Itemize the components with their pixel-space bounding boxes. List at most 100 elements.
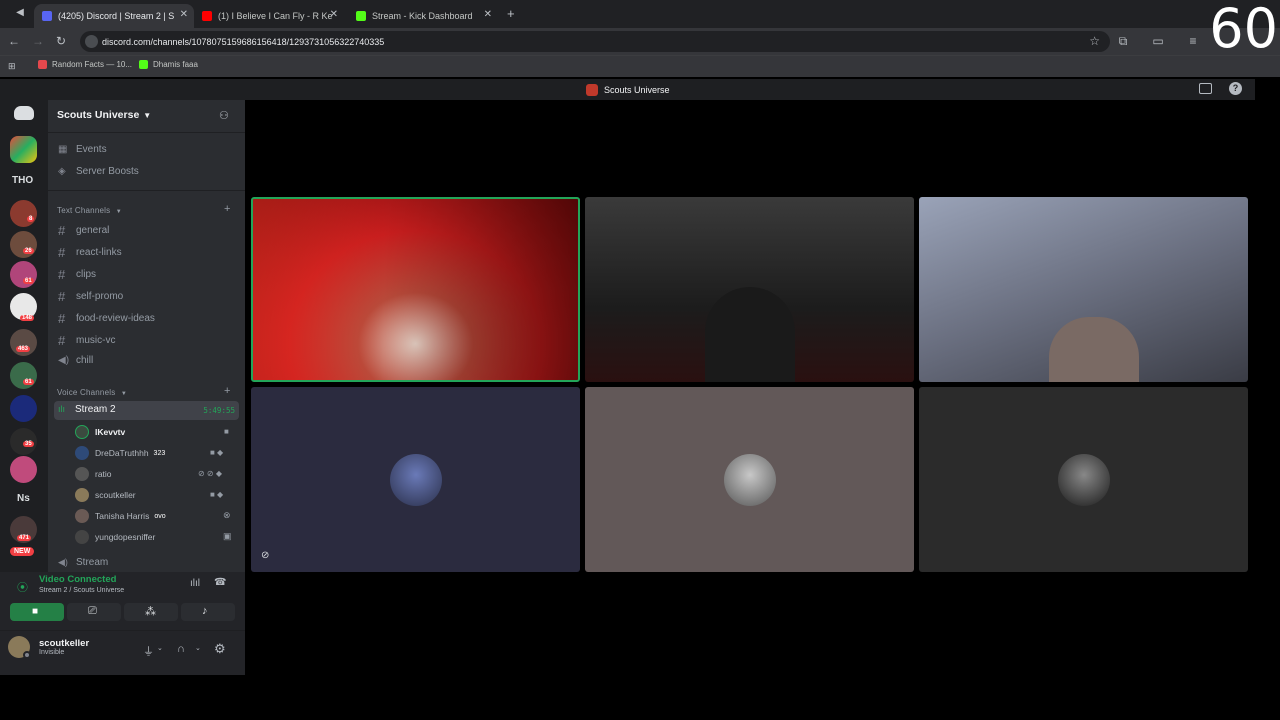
guild-icon[interactable] — [10, 456, 37, 483]
noise-suppression-icon[interactable]: ılıl — [190, 578, 200, 589]
new-tab-button[interactable]: + — [507, 6, 515, 21]
server-boosts-item[interactable]: ◈ Server Boosts — [58, 166, 139, 177]
channel-chill[interactable]: ◀) chill — [58, 355, 93, 366]
create-channel-icon[interactable]: + — [224, 385, 230, 397]
activities-button[interactable]: ⁂ — [124, 603, 178, 621]
voice-channel-stream-2[interactable]: ılı Stream 2 5:49:55 — [54, 401, 239, 420]
mention-badge: 61 — [23, 379, 34, 385]
channel-clips[interactable]: # clips — [58, 267, 96, 282]
voice-timer: 5:49:55 — [203, 406, 235, 415]
reload-icon[interactable]: ↻ — [53, 34, 69, 48]
avatar — [723, 453, 776, 506]
bookmark-random-facts[interactable]: Random Facts — 10... — [38, 60, 132, 69]
guild-label[interactable]: THO — [12, 175, 33, 186]
disconnect-icon[interactable]: ☎ — [214, 577, 226, 588]
guild-icon[interactable] — [10, 261, 37, 288]
tab-youtube[interactable]: (1) I Believe I Can Fly - R Ke ✕ — [194, 4, 344, 28]
video-tile-no-camera[interactable]: ⊘ — [251, 387, 580, 572]
category-label: Voice Channels — [57, 388, 116, 397]
help-icon[interactable]: ? — [1229, 82, 1242, 95]
soundboard-icon: ♪ — [202, 605, 208, 617]
invite-people-icon[interactable]: ⚇ — [219, 109, 229, 122]
channel-food-review-ideas[interactable]: # food-review-ideas — [58, 311, 155, 326]
guild-label[interactable]: Ns — [17, 493, 30, 504]
browser-nav-bar: ← → ↻ discord.com/channels/1078075159686… — [0, 28, 1280, 55]
back-icon[interactable]: ← — [6, 34, 22, 48]
voice-member[interactable]: DreDaTruthhh 323 — [75, 446, 165, 460]
menu-icon[interactable]: ≡ — [1185, 34, 1201, 48]
events-item[interactable]: ▦ Events — [58, 144, 107, 155]
speaker-icon[interactable]: ◀ — [12, 7, 28, 18]
channel-label: react-links — [76, 247, 122, 258]
user-status: Invisible — [39, 649, 65, 656]
mention-badge: 61 — [23, 278, 34, 284]
video-tile[interactable] — [919, 197, 1248, 382]
channel-label: music-vc — [76, 335, 116, 346]
voice-channel-stream[interactable]: ◀) Stream — [58, 557, 108, 568]
guild-icon[interactable] — [10, 395, 37, 422]
close-icon[interactable]: ✕ — [180, 9, 188, 20]
channel-sidebar: Scouts Universe ▼ ⚇ ▦ Events ◈ Server Bo… — [48, 100, 245, 572]
channel-self-promo[interactable]: # self-promo — [58, 289, 123, 304]
cast-icon[interactable]: ▭ — [1150, 34, 1166, 48]
video-tile-no-camera[interactable] — [585, 387, 914, 572]
voice-member[interactable]: lKevvtv — [75, 425, 125, 439]
channel-general[interactable]: # general — [58, 223, 109, 238]
text-channels-category[interactable]: Text Channels ▼ — [57, 206, 122, 215]
soundboard-button[interactable]: ♪ — [181, 603, 235, 621]
username: scoutkeller — [39, 638, 90, 649]
guild-icon[interactable] — [10, 231, 37, 258]
voice-member[interactable]: Tanisha Harris ovo — [75, 509, 166, 523]
inbox-icon[interactable] — [1199, 83, 1212, 94]
channel-music-vc[interactable]: # music-vc — [58, 333, 115, 348]
guild-icon[interactable] — [10, 136, 37, 163]
avatar — [75, 488, 89, 502]
voice-status[interactable]: Video Connected — [39, 574, 116, 585]
channel-react-links[interactable]: # react-links — [58, 245, 122, 260]
video-tile[interactable] — [585, 197, 914, 382]
voice-member[interactable]: yungdopesniffer — [75, 530, 155, 544]
tab-discord[interactable]: (4205) Discord | Stream 2 | S ✕ — [34, 4, 194, 28]
headphones-icon[interactable]: ∩ — [177, 643, 185, 655]
avatar — [389, 453, 442, 506]
camera-button[interactable]: ■ — [10, 603, 64, 621]
gear-icon[interactable]: ⚙ — [214, 641, 226, 657]
close-icon[interactable]: ✕ — [330, 9, 338, 20]
address-bar[interactable]: discord.com/channels/1078075159686156418… — [80, 31, 1110, 52]
create-channel-icon[interactable]: + — [224, 203, 230, 215]
guild-icon[interactable] — [10, 200, 37, 227]
share-screen-button[interactable]: ⎚ — [67, 603, 121, 621]
hash-icon: # — [58, 311, 66, 326]
guild-icon[interactable] — [10, 362, 37, 389]
chevron-down-icon[interactable]: ⌄ — [195, 644, 201, 652]
video-tile-speaking[interactable] — [251, 197, 580, 382]
hash-icon: # — [58, 267, 66, 282]
voice-member[interactable]: ratio — [75, 467, 112, 481]
bookmark-label: Dhamis faaa — [153, 60, 198, 69]
tab-kick[interactable]: Stream - Kick Dashboard ✕ — [348, 4, 498, 28]
video-tile-no-camera[interactable] — [919, 387, 1248, 572]
user-area[interactable]: scoutkeller Invisible — [8, 636, 90, 659]
avatar — [75, 467, 89, 481]
microphone-icon[interactable]: ⏚ — [143, 643, 154, 659]
apps-grid-icon[interactable]: ⊞ — [8, 61, 16, 72]
discord-favicon-icon — [42, 11, 52, 21]
voice-location[interactable]: Stream 2 / Scouts Universe — [39, 587, 124, 594]
window-title: Scouts Universe — [604, 85, 670, 95]
site-info-icon[interactable] — [85, 35, 98, 48]
bookmark-dhamis[interactable]: Dhamis faaa — [139, 60, 198, 69]
avatar — [8, 636, 31, 659]
channel-label: chill — [76, 355, 94, 366]
voice-member[interactable]: scoutkeller — [75, 488, 136, 502]
video-icon: ■ — [224, 427, 229, 436]
forward-icon[interactable]: → — [30, 34, 46, 48]
chevron-down-icon[interactable]: ⌄ — [157, 644, 163, 652]
xbox-icon: ⊗ — [223, 510, 231, 520]
voice-channels-category[interactable]: Voice Channels ▼ — [57, 388, 127, 397]
chevron-down-icon: ▼ — [143, 110, 152, 120]
discord-home-icon[interactable] — [14, 106, 34, 120]
extensions-icon[interactable]: ⧉ — [1115, 34, 1131, 49]
server-name-header[interactable]: Scouts Universe ▼ — [57, 109, 151, 121]
close-icon[interactable]: ✕ — [484, 9, 492, 20]
bookmark-star-icon[interactable]: ☆ — [1089, 34, 1100, 48]
